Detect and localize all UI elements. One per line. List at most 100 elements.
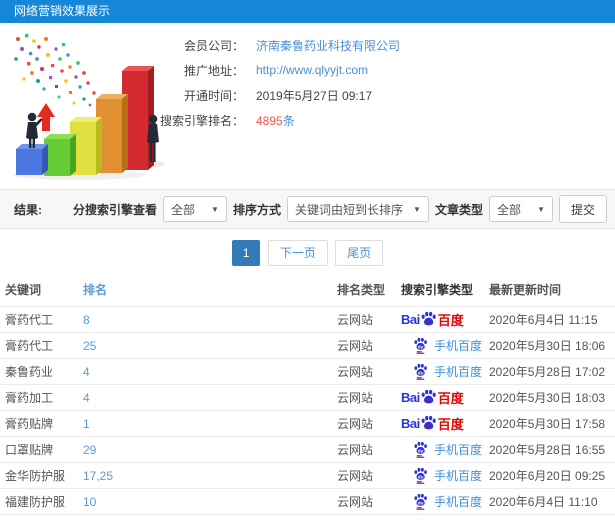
keyword-cell: 福建防护服 <box>5 495 66 509</box>
rank-type-cell: 云网站 <box>337 391 374 405</box>
keyword-cell: 膏药加工 <box>5 391 54 405</box>
baidu-paw-icon: du <box>414 441 427 458</box>
baidu-paw-icon: du <box>421 389 436 404</box>
baidu-paw-icon: du <box>414 363 427 380</box>
table-row: 口罩贴牌 29 云网站 du 手机百度 2020年5月28日 16:55 <box>0 437 615 463</box>
keyword-cell: 膏药代工 <box>5 313 54 327</box>
promo-url-link[interactable]: http://www.qlyyjt.com <box>256 63 368 77</box>
table-row: du手机百度 <box>0 515 615 520</box>
article-type-label: 文章类型 <box>434 202 483 217</box>
rank-cell[interactable]: 29 <box>83 443 337 457</box>
page-title: 网络营销效果展示 <box>14 4 111 18</box>
submit-button[interactable]: 提交 <box>558 195 607 223</box>
table-row: 膏药代工 25 云网站 du 手机百度 2020年5月30日 18:06 <box>0 333 615 359</box>
table-row: 福建防护服 10 云网站 du 手机百度 2020年6月4日 11:10 <box>0 489 615 515</box>
search-engine-cell: Bai du 百度 <box>401 388 489 407</box>
bar-green <box>44 134 76 176</box>
up-arrow <box>37 103 55 131</box>
rank-count-value: 4895条 <box>256 113 295 128</box>
search-engine-cell: Bai du 百度 <box>401 414 489 433</box>
engine-filter-label: 分搜索引擎查看 <box>72 202 157 217</box>
info-row-url: 推广地址： http://www.qlyyjt.com <box>150 58 615 82</box>
svg-text:du: du <box>425 320 431 326</box>
header-rank-type: 排名类型 <box>337 283 386 297</box>
update-time-cell: 2020年6月4日 11:10 <box>489 495 598 509</box>
search-engine-cell: du手机百度 <box>401 441 489 458</box>
update-time-cell: 2020年5月30日 18:03 <box>489 391 606 405</box>
header-keyword: 关键词 <box>5 283 42 297</box>
keyword-cell: 金华防护服 <box>5 469 66 483</box>
page-1-button[interactable]: 1 <box>231 240 261 266</box>
keyword-rank-table: 关键词 排名 排名类型 搜索引擎类型 最新更新时间 膏药代工 8 云网站 Bai du 百… <box>0 275 615 520</box>
article-type-select[interactable]: 全部 ▼ <box>488 196 553 222</box>
rank-type-cell: 云网站 <box>337 443 374 457</box>
table-row: 膏药贴牌 1 云网站 Bai du 百度 2020年5月30日 17:58 <box>0 411 615 437</box>
mobile-baidu-logo: du手机百度 <box>413 441 482 458</box>
filter-bar: 结果: 分搜索引擎查看 全部 ▼ 排序方式 关键词由短到长排序 ▼ 文章类型 全部 ▼… <box>0 189 615 229</box>
rank-cell[interactable]: 17,25 <box>83 469 337 483</box>
promo-url-label: 推广地址： <box>183 63 244 78</box>
result-section-label: 结果: <box>14 202 42 217</box>
next-page-button[interactable]: 下一页 <box>267 240 328 266</box>
info-row-company: 会员公司： 济南秦鲁药业科技有限公司 <box>150 33 615 57</box>
open-time-value: 2019年5月27日 09:17 <box>256 88 373 103</box>
baidu-paw-icon: du <box>421 311 436 326</box>
table-row: 秦鲁药业 4 云网站 du 手机百度 2020年5月28日 17:02 <box>0 359 615 385</box>
info-row-open-time: 开通时间： 2019年5月27日 09:17 <box>150 83 615 107</box>
table-row: 膏药代工 8 云网站 Bai du 百度 2020年6月4日 11:15 <box>0 307 615 333</box>
rank-cell[interactable]: 4 <box>83 365 337 379</box>
search-engine-cell: du手机百度 <box>401 493 489 510</box>
keyword-cell: 秦鲁药业 <box>5 365 54 379</box>
baidu-logo: Bai du 百度 <box>401 415 464 432</box>
info-row-rank-count: 搜索引擎排名： 4895条 <box>150 108 615 132</box>
company-link[interactable]: 济南秦鲁药业科技有限公司 <box>256 37 400 54</box>
chevron-down-icon: ▼ <box>537 204 545 214</box>
rank-cell[interactable]: 10 <box>83 495 337 509</box>
table-row: 金华防护服 17,25 云网站 du 手机百度 2020年6月20日 09:25 <box>0 463 615 489</box>
baidu-paw-icon: du <box>414 337 427 354</box>
rank-cell[interactable]: 4 <box>83 391 337 405</box>
mobile-baidu-logo: du手机百度 <box>413 363 482 380</box>
mobile-baidu-logo: du手机百度 <box>413 493 482 510</box>
businessman-left <box>26 112 43 148</box>
confetti <box>14 34 101 107</box>
rank-cell[interactable]: 8 <box>83 313 337 327</box>
keyword-cell: 膏药贴牌 <box>5 417 54 431</box>
svg-text:du: du <box>425 398 431 404</box>
rank-type-cell: 云网站 <box>337 339 374 353</box>
update-time-cell: 2020年5月28日 16:55 <box>489 443 606 457</box>
rank-type-cell: 云网站 <box>337 365 374 379</box>
header-update-time: 最新更新时间 <box>489 283 562 297</box>
mobile-baidu-logo: du手机百度 <box>413 467 482 484</box>
search-engine-cell: Bai du 百度 <box>401 310 489 329</box>
rank-cell[interactable]: 1 <box>83 417 337 431</box>
sort-select[interactable]: 关键词由短到长排序 ▼ <box>286 196 429 222</box>
baidu-paw-icon: du <box>421 415 436 430</box>
rank-count-label: 搜索引擎排名： <box>159 113 244 128</box>
rank-type-cell: 云网站 <box>337 417 374 431</box>
baidu-paw-icon: du <box>414 467 427 484</box>
rank-cell[interactable]: 25 <box>83 339 337 353</box>
table-header-row: 关键词 排名 排名类型 搜索引擎类型 最新更新时间 <box>0 275 615 307</box>
update-time-cell: 2020年5月30日 17:58 <box>489 417 606 431</box>
header-rank: 排名 <box>83 283 108 297</box>
svg-text:du: du <box>418 500 424 505</box>
engine-filter-select[interactable]: 全部 ▼ <box>162 196 227 222</box>
bar-chart-illustration <box>13 34 165 180</box>
keyword-cell: 口罩贴牌 <box>5 443 54 457</box>
mobile-baidu-logo: du手机百度 <box>413 337 482 354</box>
member-info: 会员公司： 济南秦鲁药业科技有限公司 推广地址： http://www.qlyy… <box>150 33 615 133</box>
chevron-down-icon: ▼ <box>211 204 219 214</box>
last-page-button[interactable]: 尾页 <box>335 240 384 266</box>
svg-text:du: du <box>418 448 424 453</box>
open-time-label: 开通时间： <box>183 88 244 103</box>
search-engine-cell: du手机百度 <box>401 337 489 354</box>
chevron-down-icon: ▼ <box>413 204 421 214</box>
baidu-logo: Bai du 百度 <box>401 311 464 328</box>
search-engine-cell: du手机百度 <box>401 363 489 380</box>
search-engine-cell: du手机百度 <box>401 467 489 484</box>
pagination: 1 下一页 尾页 <box>0 240 615 266</box>
baidu-logo: Bai du 百度 <box>401 389 464 406</box>
baidu-paw-icon: du <box>414 493 427 510</box>
rank-type-cell: 云网站 <box>337 469 374 483</box>
